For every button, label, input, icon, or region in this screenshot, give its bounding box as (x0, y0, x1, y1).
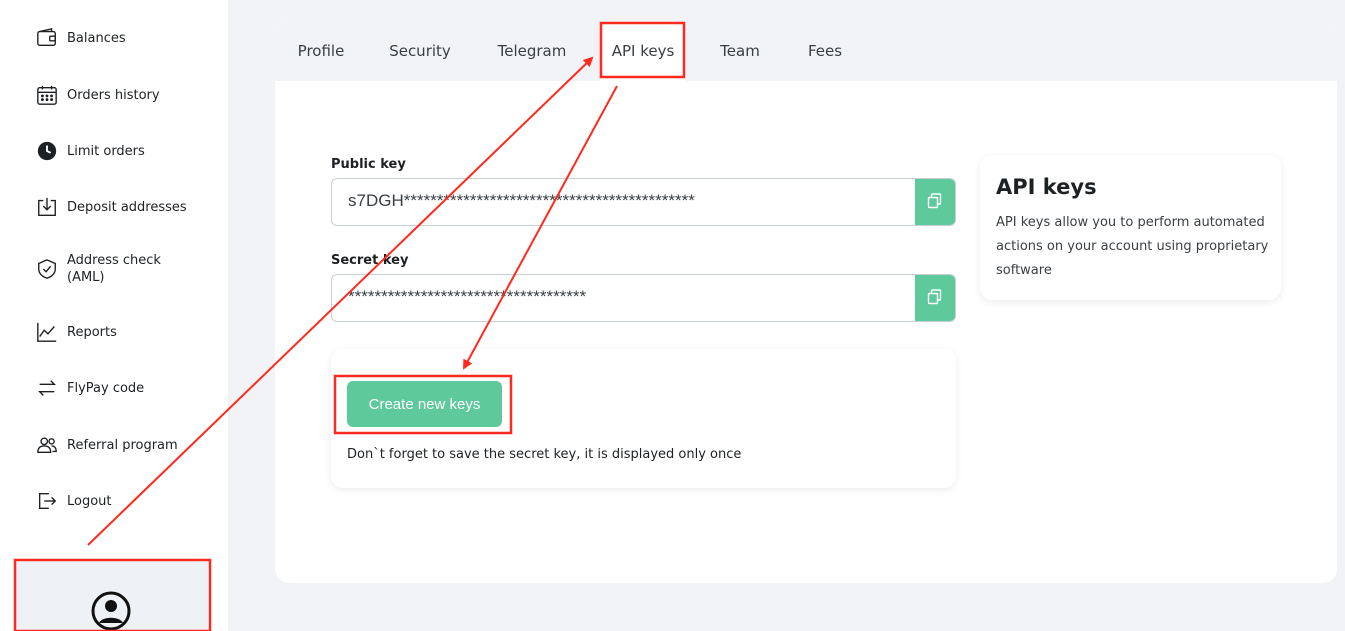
users-icon (35, 433, 59, 457)
logout-icon (35, 489, 59, 513)
chart-line-icon (35, 320, 59, 344)
copy-secret-key-button[interactable] (915, 275, 955, 321)
public-key-label: Public key (331, 157, 406, 172)
sidebar-item-label: FlyPay code (67, 380, 145, 396)
create-keys-panel: Create new keys Don`t forget to save the… (331, 349, 956, 488)
shield-icon (35, 257, 59, 281)
deposit-icon (35, 195, 59, 219)
public-key-field[interactable]: s7DGH***********************************… (331, 178, 956, 226)
settings-card: Profile Security Telegram API keys Team … (275, 21, 1337, 583)
api-keys-info-panel: API keys API keys allow you to perform a… (980, 155, 1281, 300)
secret-key-field[interactable]: ************************************ (331, 274, 956, 322)
sidebar-item-balances[interactable]: Balances (35, 26, 220, 50)
sidebar-item-referral-program[interactable]: Referral program (35, 433, 220, 457)
sidebar-item-label: Logout (67, 493, 112, 509)
sidebar: Balances Orders history Limit orders Dep… (0, 0, 228, 631)
sidebar-item-logout[interactable]: Logout (35, 489, 220, 513)
sidebar-item-label: Limit orders (67, 143, 145, 159)
sidebar-item-limit-orders[interactable]: Limit orders (35, 139, 220, 163)
copy-public-key-button[interactable] (915, 179, 955, 225)
sidebar-item-label: Balances (67, 30, 126, 46)
user-circle-icon (90, 590, 132, 631)
tab-api-keys[interactable]: API keys (600, 21, 686, 81)
tab-team[interactable]: Team (707, 21, 773, 81)
public-key-value: s7DGH***********************************… (348, 191, 695, 210)
sidebar-item-label: Address check (AML) (67, 253, 161, 285)
clock-icon (35, 139, 59, 163)
create-new-keys-button[interactable]: Create new keys (347, 381, 502, 427)
tab-profile[interactable]: Profile (275, 21, 367, 81)
swap-arrows-icon (35, 376, 59, 400)
sidebar-item-deposit-addresses[interactable]: Deposit addresses (35, 195, 220, 219)
sidebar-item-label: Reports (67, 324, 117, 340)
copy-icon (926, 288, 944, 310)
tab-bar: Profile Security Telegram API keys Team … (275, 21, 1337, 81)
tab-security[interactable]: Security (379, 21, 461, 81)
sidebar-item-reports[interactable]: Reports (35, 320, 220, 344)
calendar-icon (35, 83, 59, 107)
copy-icon (926, 192, 944, 214)
secret-key-label: Secret key (331, 253, 409, 268)
sidebar-item-flypay-code[interactable]: FlyPay code (35, 376, 220, 400)
sidebar-item-orders-history[interactable]: Orders history (35, 83, 220, 107)
sidebar-item-address-check[interactable]: Address check (AML) (35, 252, 220, 286)
sidebar-item-label: Orders history (67, 87, 160, 103)
tab-telegram[interactable]: Telegram (485, 21, 579, 81)
sidebar-item-label: Referral program (67, 437, 178, 453)
secret-key-warning: Don`t forget to save the secret key, it … (347, 447, 742, 462)
info-title: API keys (996, 175, 1097, 199)
profile-button[interactable] (16, 562, 208, 631)
secret-key-value: ************************************ (348, 287, 587, 306)
info-text: API keys allow you to perform automated … (996, 215, 1269, 278)
wallet-icon (35, 26, 59, 50)
sidebar-item-label: Deposit addresses (67, 199, 187, 215)
tab-fees[interactable]: Fees (795, 21, 855, 81)
